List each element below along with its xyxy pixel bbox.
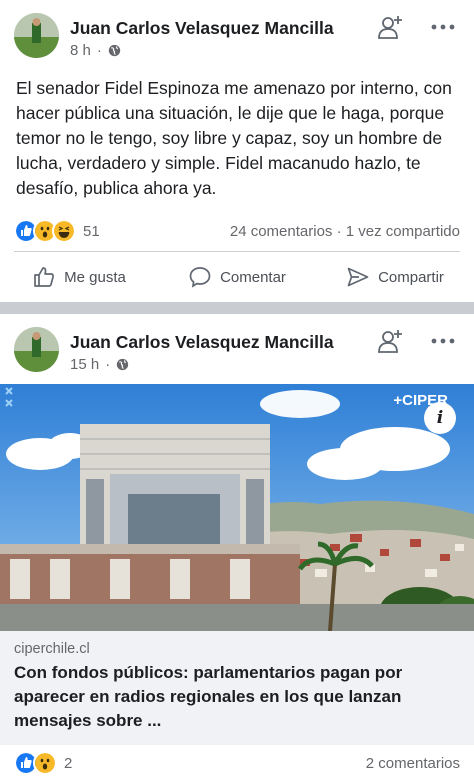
add-friend-icon[interactable] [376,14,404,42]
share-count[interactable]: 1 vez compartido [346,223,460,240]
meta-separator: · [105,356,111,373]
post-time[interactable]: 15 h [70,356,99,373]
thumbs-up-icon [34,267,55,287]
more-options-icon[interactable] [430,329,456,353]
stats-separator: · [336,222,342,240]
reactions[interactable]: 51 [14,219,100,243]
comments-count: 2 comentarios [366,755,460,772]
author-name[interactable]: Juan Carlos Velasquez Mancilla [70,332,334,353]
post-1: Juan Carlos Velasquez Mancilla 8 h · El … [0,0,474,302]
post-stats: 51 24 comentarios · 1 vez compartido [0,211,474,251]
post-2: Juan Carlos Velasquez Mancilla 15 h · +C… [0,314,474,781]
post-header: Juan Carlos Velasquez Mancilla 8 h · [0,0,474,70]
reaction-count: 2 [64,754,73,772]
more-options-icon[interactable] [430,15,456,39]
meta-separator: · [96,42,102,59]
like-button[interactable]: Me gusta [0,265,158,289]
feed-separator [0,302,474,314]
post-header: Juan Carlos Velasquez Mancilla 15 h · [0,314,474,384]
share-icon [347,267,369,287]
comments-shares: 24 comentarios · 1 vez compartido [230,223,460,240]
post-text: El senador Fidel Espinoza me amenazo por… [16,78,452,198]
post-time[interactable]: 8 h [70,42,91,59]
comment-count[interactable]: 2 comentarios [366,755,460,772]
wow-reaction-icon [33,751,57,775]
comment-count[interactable]: 24 comentarios [230,223,333,240]
info-icon[interactable]: i [424,402,456,434]
globe-icon [117,358,129,371]
like-label: Me gusta [64,268,126,286]
comment-icon [189,267,211,288]
globe-icon [108,44,121,57]
comment-label: Comentar [220,268,286,286]
avatar[interactable] [14,327,59,372]
post-meta: 8 h · [70,42,121,59]
link-domain: ciperchile.cl [14,641,90,657]
post-actions: Me gusta Comentar Compartir [0,252,474,302]
author-name[interactable]: Juan Carlos Velasquez Mancilla [70,18,334,39]
link-preview-image[interactable]: +CIPER i [0,384,474,631]
share-label: Compartir [378,268,444,286]
add-friend-icon[interactable] [376,328,404,356]
avatar[interactable] [14,13,59,58]
haha-reaction-icon [52,219,76,243]
reaction-count: 51 [83,222,100,240]
link-title: Con fondos públicos: parlamentarios paga… [14,663,403,730]
link-preview-box[interactable]: ciperchile.cl Con fondos públicos: parla… [0,631,474,745]
post-meta: 15 h · [70,356,129,373]
share-button[interactable]: Compartir [316,265,474,289]
reactions[interactable]: 2 [14,751,72,775]
comment-button[interactable]: Comentar [158,265,316,289]
post-stats: 2 2 comentarios [0,745,474,781]
